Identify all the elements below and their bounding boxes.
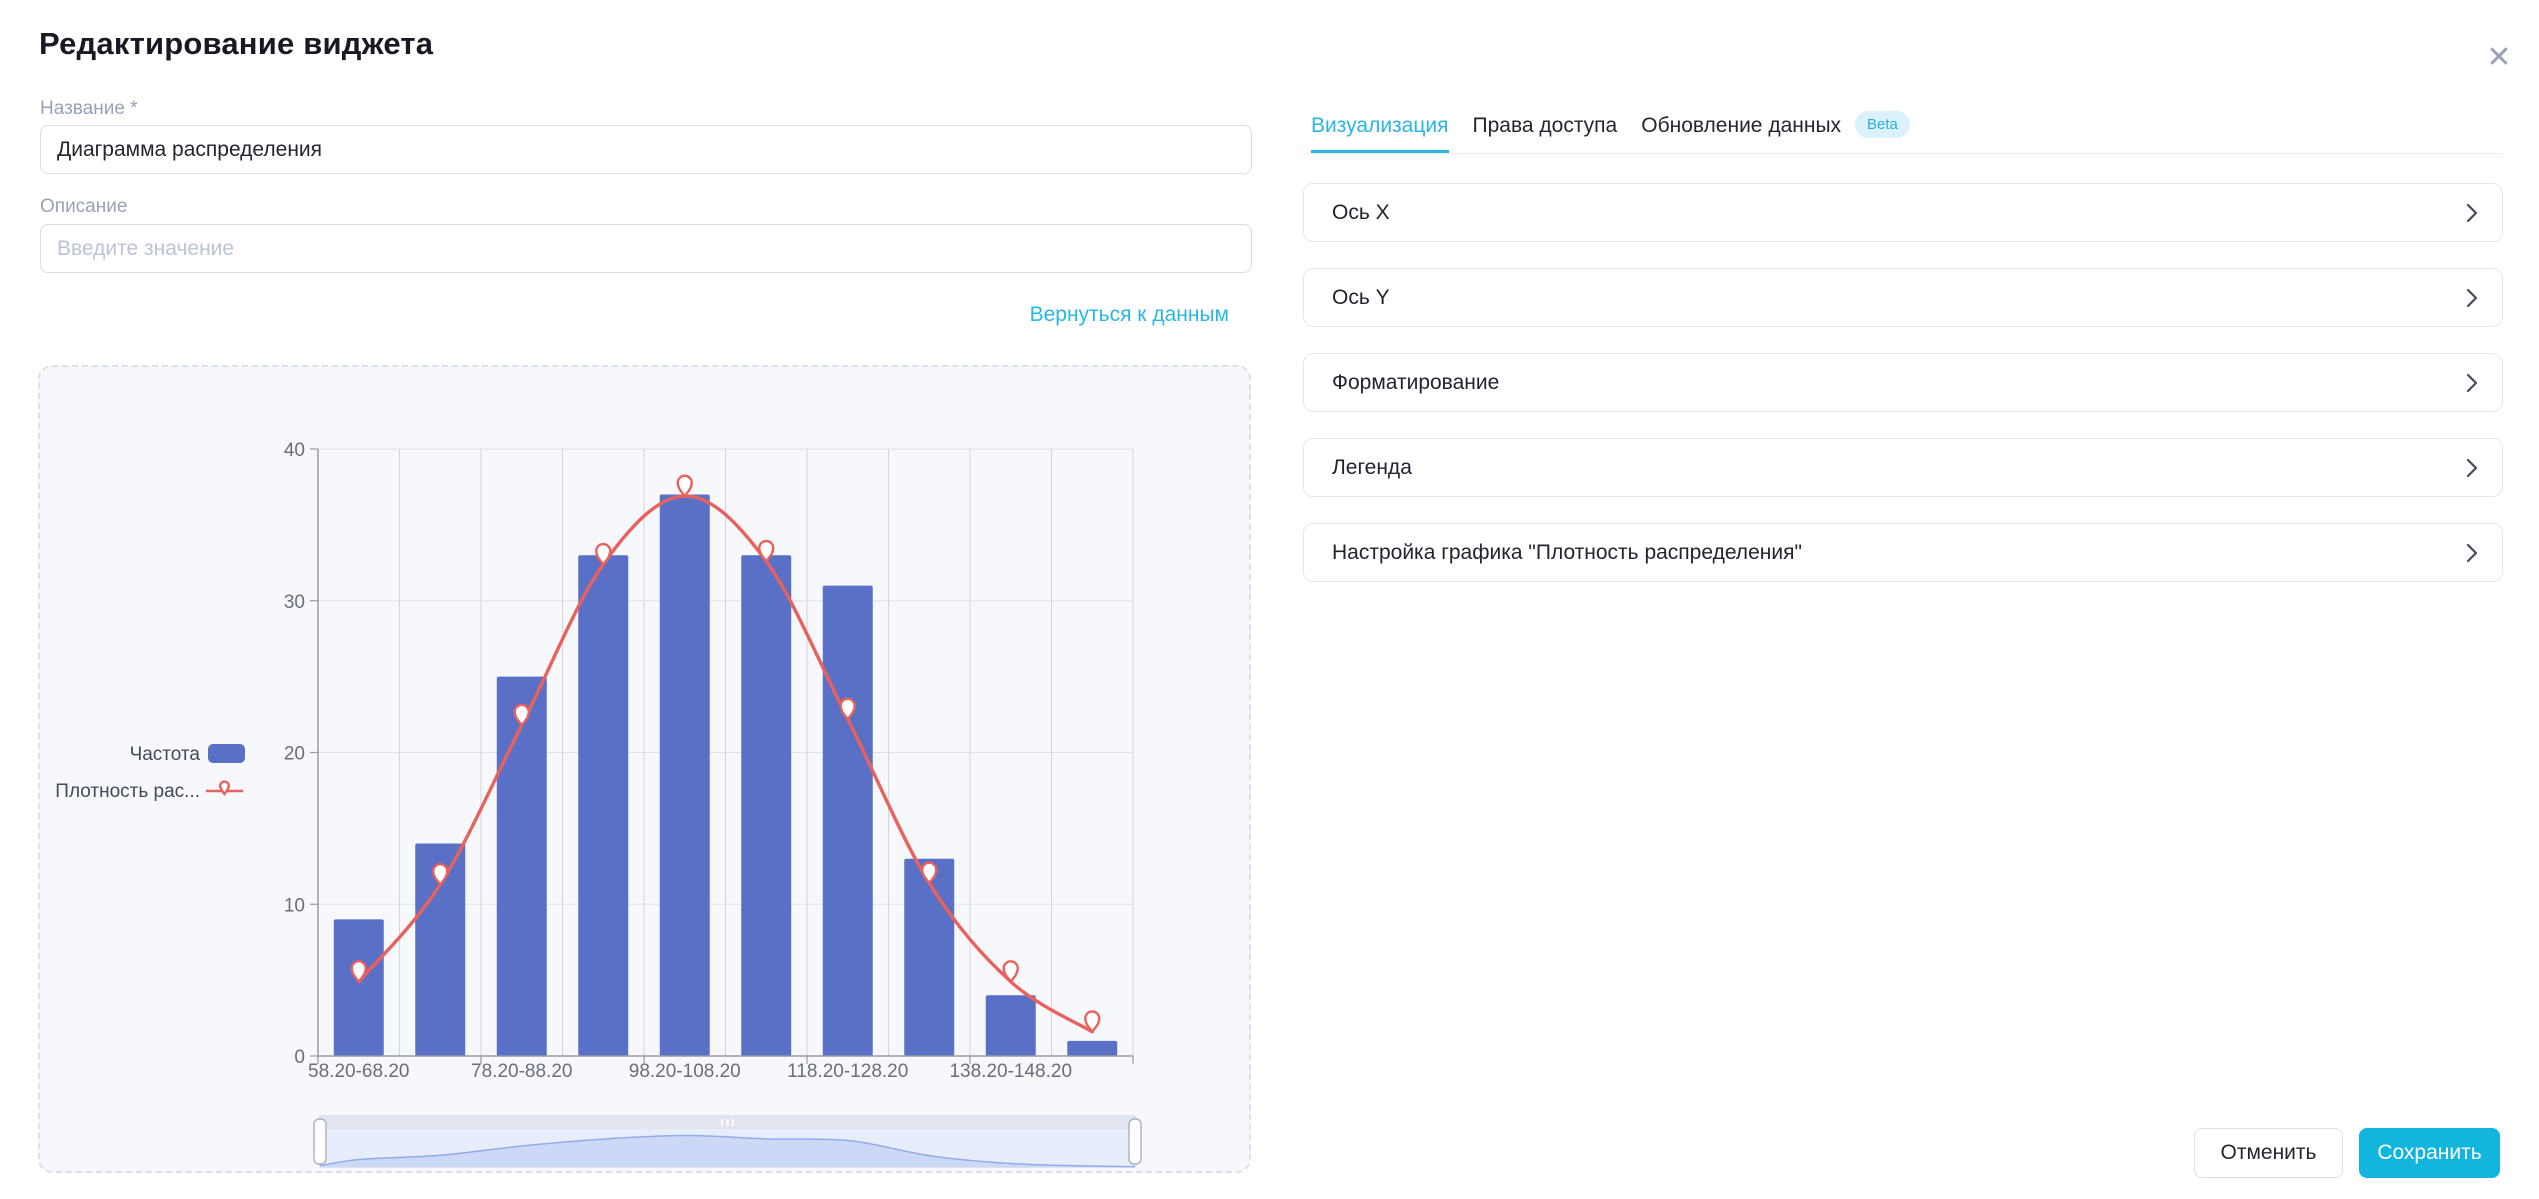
back-to-data-link[interactable]: Вернуться к данным — [40, 303, 1229, 327]
data-zoom-brush[interactable] — [314, 1116, 1141, 1167]
settings-tabs: Визуализация Права доступа Обновление да… — [1303, 114, 2503, 154]
accordion-axis-y[interactable]: Ось Y — [1303, 268, 2503, 327]
chart-legend[interactable]: Частота Плотность рас... — [55, 744, 245, 802]
description-field-label: Описание — [40, 196, 127, 218]
beta-badge: Beta — [1855, 111, 1910, 138]
name-field-label: Название * — [40, 98, 138, 120]
accordion-density-graph-settings[interactable]: Настройка графика "Плотность распределен… — [1303, 523, 2503, 582]
svg-text:98.20-108.20: 98.20-108.20 — [629, 1061, 741, 1082]
tab-data-refresh[interactable]: Обновление данных Beta — [1641, 114, 1910, 153]
svg-text:Частота: Частота — [130, 744, 201, 765]
brush-handle-left[interactable] — [314, 1119, 326, 1164]
svg-text:58.20-68.20: 58.20-68.20 — [308, 1061, 409, 1082]
cancel-button[interactable]: Отменить — [2194, 1128, 2343, 1178]
name-input[interactable] — [40, 125, 1252, 174]
svg-text:20: 20 — [284, 744, 305, 765]
chart-preview-card: 0 10 20 30 40 58.20-68.20 78.20-88.20 98.20-108… — [38, 365, 1251, 1173]
page-title: Редактирование виджета — [39, 26, 433, 62]
accordion-axis-x[interactable]: Ось X — [1303, 183, 2503, 242]
svg-text:118.20-128.20: 118.20-128.20 — [787, 1061, 908, 1082]
svg-text:30: 30 — [284, 592, 305, 613]
description-input[interactable] — [40, 224, 1252, 273]
accordion-legend[interactable]: Легенда — [1303, 438, 2503, 497]
svg-text:78.20-88.20: 78.20-88.20 — [471, 1061, 572, 1082]
svg-text:0: 0 — [294, 1047, 305, 1068]
tab-visualization[interactable]: Визуализация — [1311, 114, 1449, 153]
svg-text:138.20-148.20: 138.20-148.20 — [949, 1061, 1072, 1082]
svg-text:Плотность рас...: Плотность рас... — [55, 781, 200, 802]
svg-text:10: 10 — [284, 895, 305, 916]
brush-handle-right[interactable] — [1129, 1119, 1141, 1164]
chevron-right-icon — [2466, 373, 2478, 393]
save-button[interactable]: Сохранить — [2359, 1128, 2500, 1178]
close-icon[interactable]: ✕ — [2476, 34, 2522, 80]
tab-access-rights[interactable]: Права доступа — [1473, 114, 1618, 153]
chevron-right-icon — [2466, 288, 2478, 308]
accordion-formatting[interactable]: Форматирование — [1303, 353, 2503, 412]
svg-text:40: 40 — [284, 440, 305, 461]
chevron-right-icon — [2466, 203, 2478, 223]
chevron-right-icon — [2466, 543, 2478, 563]
chevron-right-icon — [2466, 458, 2478, 478]
